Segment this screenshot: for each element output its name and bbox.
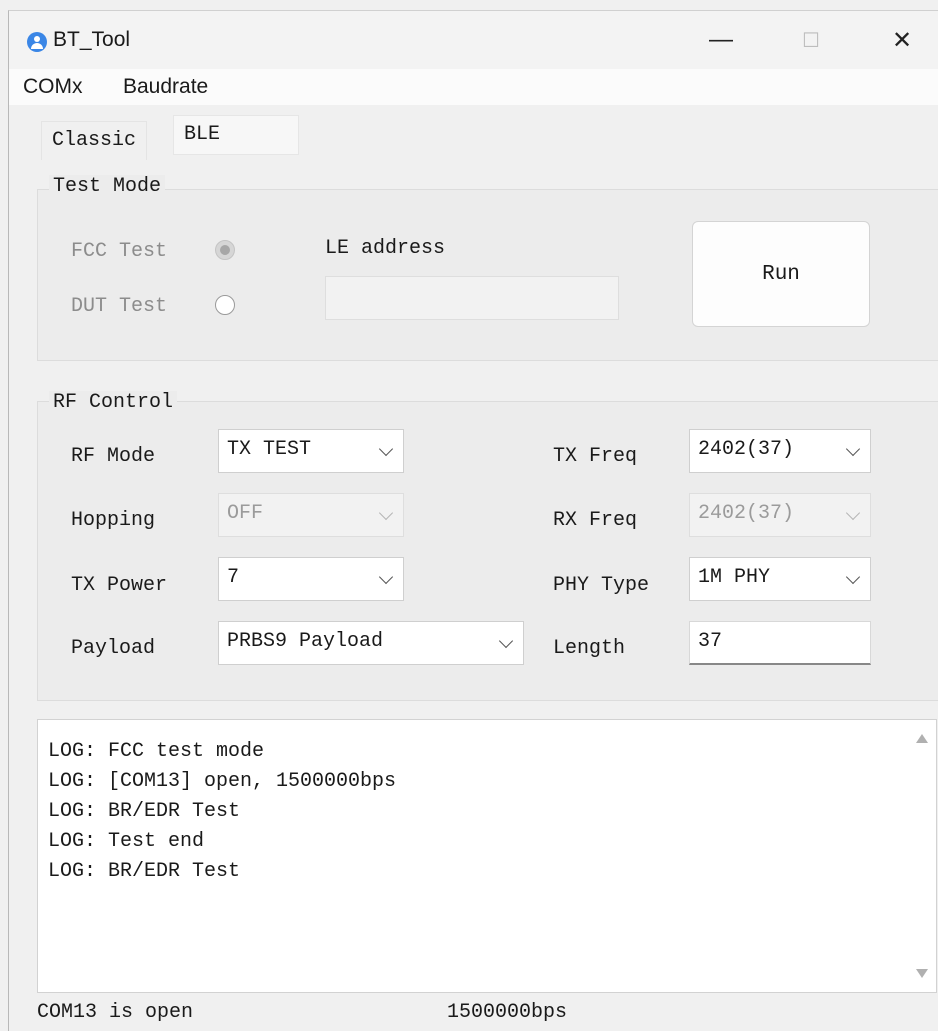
- maximize-button[interactable]: ☐: [776, 11, 846, 69]
- payload-select[interactable]: PRBS9 Payload: [218, 621, 524, 665]
- app-window: BT_Tool — ☐ ✕ COMx Baudrate Classic BLE …: [8, 10, 938, 1031]
- tx-power-select[interactable]: 7: [218, 557, 404, 601]
- chevron-down-icon: [498, 633, 514, 649]
- fcc-test-radio[interactable]: [215, 240, 235, 260]
- test-mode-group-label: Test Mode: [49, 175, 166, 198]
- status-bar: COM13 is open 1500000bps: [9, 993, 938, 1031]
- chevron-down-icon: [845, 569, 861, 585]
- minimize-button[interactable]: —: [686, 11, 756, 69]
- scroll-up-icon[interactable]: [916, 734, 928, 743]
- dut-test-radio[interactable]: [215, 295, 235, 315]
- status-port: COM13 is open: [37, 1001, 194, 1024]
- status-baud: 1500000bps: [447, 1001, 568, 1024]
- chevron-down-icon: [845, 505, 861, 521]
- chevron-down-icon: [845, 441, 861, 457]
- tx-freq-label: TX Freq: [553, 445, 638, 468]
- app-icon: [27, 32, 47, 52]
- phy-type-label: PHY Type: [553, 574, 650, 597]
- window-title: BT_Tool: [53, 28, 131, 51]
- rf-mode-label: RF Mode: [71, 445, 156, 468]
- scroll-down-icon[interactable]: [916, 969, 928, 978]
- log-scrollbar[interactable]: [908, 720, 936, 992]
- chevron-down-icon: [378, 569, 394, 585]
- payload-label: Payload: [71, 637, 156, 660]
- chevron-down-icon: [378, 441, 394, 457]
- rf-control-group-label: RF Control: [49, 391, 178, 414]
- log-line: LOG: BR/EDR Test: [48, 860, 241, 883]
- log-panel[interactable]: LOG: FCC test mode LOG: [COM13] open, 15…: [37, 719, 937, 993]
- log-line: LOG: [COM13] open, 1500000bps: [48, 770, 397, 793]
- length-input[interactable]: 37: [689, 621, 871, 665]
- hopping-select[interactable]: OFF: [218, 493, 404, 537]
- rx-freq-select[interactable]: 2402(37): [689, 493, 871, 537]
- le-address-label: LE address: [325, 237, 446, 260]
- log-line: LOG: Test end: [48, 830, 205, 853]
- le-address-input[interactable]: [325, 276, 619, 320]
- menu-bar: COMx Baudrate: [9, 69, 938, 105]
- chevron-down-icon: [378, 505, 394, 521]
- tx-power-label: TX Power: [71, 574, 168, 597]
- log-line: LOG: BR/EDR Test: [48, 800, 241, 823]
- length-label: Length: [553, 637, 626, 660]
- tx-freq-select[interactable]: 2402(37): [689, 429, 871, 473]
- title-bar: BT_Tool — ☐ ✕: [9, 11, 938, 69]
- phy-type-select[interactable]: 1M PHY: [689, 557, 871, 601]
- log-line: LOG: FCC test mode: [48, 740, 265, 763]
- fcc-test-label: FCC Test: [71, 240, 168, 263]
- hopping-label: Hopping: [71, 509, 156, 532]
- menu-baudrate[interactable]: Baudrate: [123, 75, 208, 99]
- close-button[interactable]: ✕: [867, 11, 937, 69]
- tab-ble[interactable]: BLE: [173, 115, 299, 155]
- menu-comx[interactable]: COMx: [23, 75, 83, 99]
- dut-test-label: DUT Test: [71, 295, 168, 318]
- tab-classic[interactable]: Classic: [41, 121, 148, 160]
- rf-mode-select[interactable]: TX TEST: [218, 429, 404, 473]
- rx-freq-label: RX Freq: [553, 509, 638, 532]
- run-button[interactable]: Run: [692, 221, 870, 327]
